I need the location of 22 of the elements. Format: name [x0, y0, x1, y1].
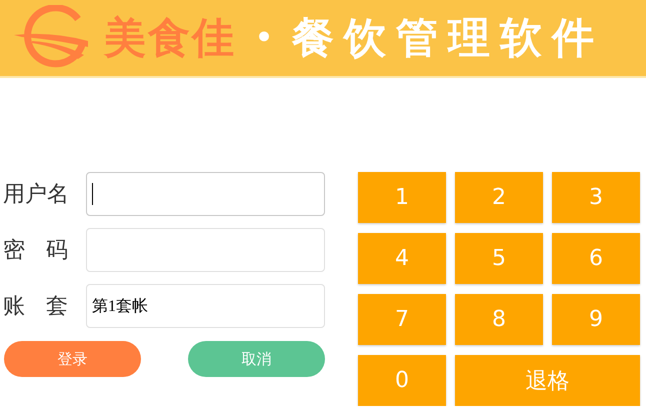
- digit-key[interactable]: 8: [455, 294, 543, 345]
- cancel-button[interactable]: 取消: [188, 341, 325, 377]
- separator-dot: •: [254, 18, 274, 58]
- input-field[interactable]: [86, 172, 325, 216]
- field-label: 用户名: [2, 181, 70, 209]
- digit-key[interactable]: 1: [358, 172, 446, 223]
- input-field[interactable]: [86, 228, 325, 272]
- digit-key[interactable]: 0: [358, 355, 446, 406]
- digit-key[interactable]: 2: [455, 172, 543, 223]
- login-button[interactable]: 登录: [4, 341, 141, 377]
- field-label: 密 码: [2, 237, 69, 265]
- field-label: 账 套: [2, 293, 69, 321]
- digit-key[interactable]: 9: [552, 294, 640, 345]
- backspace-key[interactable]: 退格: [455, 355, 640, 406]
- digit-key[interactable]: 6: [552, 233, 640, 284]
- digit-key[interactable]: 4: [358, 233, 446, 284]
- digit-key[interactable]: 5: [455, 233, 543, 284]
- digit-key[interactable]: 7: [358, 294, 446, 345]
- digit-key[interactable]: 3: [552, 172, 640, 223]
- tagline: 餐饮管理软件: [292, 12, 604, 64]
- brand-name: 美食佳: [104, 12, 236, 64]
- input-field[interactable]: 第1套帐: [86, 284, 325, 328]
